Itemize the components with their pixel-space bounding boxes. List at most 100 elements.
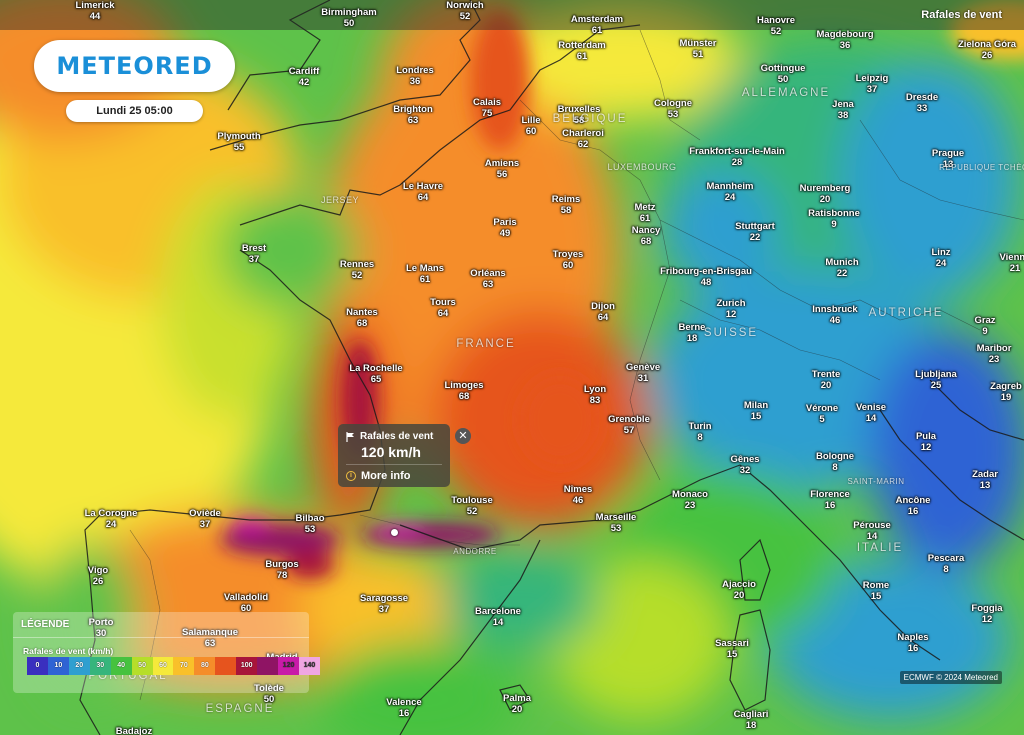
city-label[interactable]: Tours 64 (430, 297, 456, 319)
city-label[interactable]: Munich 22 (825, 257, 858, 279)
city-label[interactable]: Gênes 32 (730, 454, 759, 476)
city-label[interactable]: Saragosse 37 (360, 593, 408, 615)
city-label[interactable]: Linz 24 (932, 247, 951, 269)
city-label[interactable]: Vigo 26 (88, 565, 108, 587)
city-label[interactable]: Cologne 53 (654, 98, 692, 120)
city-label[interactable]: Zagreb 19 (990, 381, 1022, 403)
city-label[interactable]: Calais 75 (473, 97, 501, 119)
city-label[interactable]: Fribourg-en-Brisgau 48 (660, 266, 752, 288)
city-label[interactable]: Bologne 8 (816, 451, 854, 473)
city-label[interactable]: Vérone 5 (806, 403, 838, 425)
city-label[interactable]: La Corogne 24 (85, 508, 138, 530)
city-label[interactable]: Palma 20 (503, 693, 531, 715)
city-label[interactable]: Pula 12 (916, 431, 936, 453)
city-label[interactable]: Orléans 63 (470, 268, 505, 290)
city-label[interactable]: Leipzig 37 (856, 73, 889, 95)
city-label[interactable]: Grenoble 57 (608, 414, 650, 436)
city-label[interactable]: Dresde 33 (906, 92, 938, 114)
city-label[interactable]: Florence 16 (810, 489, 850, 511)
city-label[interactable]: Le Mans 61 (406, 263, 444, 285)
city-label[interactable]: Brest 37 (242, 243, 266, 265)
city-label[interactable]: Limerick 44 (75, 0, 114, 22)
city-label[interactable]: Le Havre 64 (403, 181, 443, 203)
city-label[interactable]: Amiens 56 (485, 158, 519, 180)
city-label[interactable]: Berne 18 (679, 322, 706, 344)
city-label[interactable]: Frankfort-sur-le-Main 28 (689, 146, 785, 168)
city-label[interactable]: Paris 49 (493, 217, 516, 239)
city-label[interactable]: Pérouse 14 (853, 520, 891, 542)
location-marker[interactable] (391, 529, 398, 536)
city-label[interactable]: Valence 16 (386, 697, 421, 719)
city-label[interactable]: Genève 31 (626, 362, 660, 384)
city-label[interactable]: Birmingham 50 (321, 7, 376, 29)
city-label[interactable]: Plymouth 55 (217, 131, 260, 153)
city-label[interactable]: Münster 51 (680, 38, 717, 60)
city-label[interactable]: Badajoz (116, 726, 152, 735)
city-label[interactable]: Brighton 63 (393, 104, 433, 126)
city-label[interactable]: Ancône 16 (896, 495, 931, 517)
city-label[interactable]: Valladolid 60 (224, 592, 268, 614)
city-label[interactable]: Pescara 8 (928, 553, 964, 575)
city-label[interactable]: Monaco 23 (672, 489, 708, 511)
city-label[interactable]: Marseille 53 (596, 512, 637, 534)
city-label[interactable]: Magdebourg 36 (817, 29, 874, 51)
more-info-link[interactable]: i More info (346, 464, 442, 482)
city-label[interactable]: Burgos 78 (265, 559, 298, 581)
city-label[interactable]: Cardiff 42 (289, 66, 320, 88)
city-label[interactable]: Reims 58 (552, 194, 581, 216)
city-label[interactable]: Lyon 83 (584, 384, 606, 406)
city-label[interactable]: Maribor 23 (977, 343, 1012, 365)
city-label[interactable]: Londres 36 (396, 65, 433, 87)
city-label[interactable]: Zielona Góra 26 (958, 39, 1016, 61)
city-label[interactable]: Bilbao 53 (295, 513, 324, 535)
city-name: Charleroi (562, 128, 604, 139)
gust-value: 8 (697, 432, 703, 443)
city-label[interactable]: Trente 20 (812, 369, 841, 391)
city-label[interactable]: Naples 16 (897, 632, 928, 654)
city-label[interactable]: Rotterdam 61 (558, 40, 606, 62)
brand-logo[interactable]: METEORED (34, 40, 235, 92)
wind-popup[interactable]: Rafales de vent 120 km/h i More info (338, 424, 450, 487)
city-label[interactable]: Amsterdam 61 (571, 14, 623, 36)
city-label[interactable]: Lille 60 (521, 115, 540, 137)
city-label[interactable]: Nancy 68 (632, 225, 661, 247)
city-label[interactable]: Jena 38 (832, 99, 854, 121)
city-label[interactable]: Nuremberg 20 (800, 183, 851, 205)
city-label[interactable]: Zadar 13 (972, 469, 998, 491)
city-label[interactable]: Ajaccio 20 (722, 579, 756, 601)
city-label[interactable]: Zurich 12 (716, 298, 745, 320)
city-label[interactable]: Barcelone 14 (475, 606, 521, 628)
city-label[interactable]: Dijon 64 (591, 301, 615, 323)
city-label[interactable]: Metz 61 (634, 202, 655, 224)
city-label[interactable]: Innsbruck 46 (812, 304, 857, 326)
city-label[interactable]: Sassari 15 (715, 638, 749, 660)
city-label[interactable]: Milan 15 (744, 400, 768, 422)
city-label[interactable]: Rennes 52 (340, 259, 374, 281)
city-label[interactable]: Rome 15 (863, 580, 889, 602)
city-label[interactable]: Stuttgart 22 (735, 221, 775, 243)
city-label[interactable]: Toulouse 52 (451, 495, 493, 517)
city-label[interactable]: Oviède 37 (189, 508, 221, 530)
city-label[interactable]: Venise 14 (856, 402, 886, 424)
city-label[interactable]: Nantes 68 (346, 307, 378, 329)
city-label[interactable]: Hanovre 52 (757, 15, 795, 37)
close-popup-button[interactable]: ✕ (455, 428, 471, 444)
city-label[interactable]: La Rochelle 65 (349, 363, 402, 385)
city-label[interactable]: Graz 9 (974, 315, 995, 337)
city-label[interactable]: Ratisbonne 9 (808, 208, 860, 230)
city-label[interactable]: Norwich 52 (446, 0, 483, 22)
city-label[interactable]: Cagliari 18 (734, 709, 769, 731)
city-label[interactable]: Limoges 68 (444, 380, 483, 402)
city-label[interactable]: Foggia 12 (971, 603, 1002, 625)
city-label[interactable]: Nîmes 46 (564, 484, 593, 506)
city-label[interactable]: Gottingue 50 (761, 63, 806, 85)
city-label[interactable]: Turin 8 (688, 421, 711, 443)
city-label[interactable]: Troyes 60 (553, 249, 584, 271)
city-label[interactable]: Mannheim 24 (707, 181, 754, 203)
city-label[interactable]: Charleroi 62 (562, 128, 604, 150)
legend-panel[interactable]: LÉGENDE Rafales de vent (km/h) 0 10 20 30 40… (13, 612, 320, 693)
layer-title[interactable]: Rafales de vent (921, 9, 1002, 21)
city-label[interactable]: Vienne21 (1000, 252, 1024, 274)
date-time-pill[interactable]: Lundi 25 05:00 (66, 100, 203, 122)
city-label[interactable]: Ljubljana 25 (915, 369, 957, 391)
